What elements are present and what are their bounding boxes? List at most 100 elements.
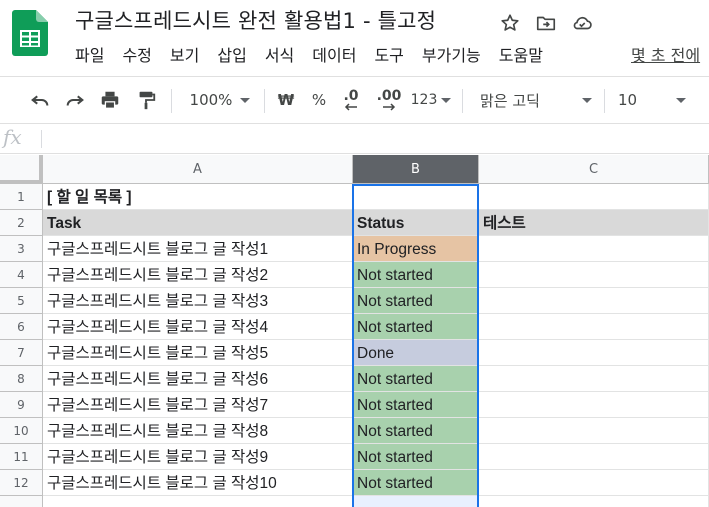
cell-empty[interactable] bbox=[43, 496, 353, 507]
arrow-left-icon bbox=[344, 103, 357, 111]
paint-format-icon[interactable] bbox=[132, 77, 160, 123]
cell-b5[interactable]: Not started bbox=[353, 288, 479, 314]
menu-insert[interactable]: 삽입 bbox=[217, 42, 246, 66]
row-header[interactable]: 12 bbox=[0, 470, 43, 496]
row-header[interactable]: 7 bbox=[0, 340, 43, 366]
menu-file[interactable]: 파일 bbox=[75, 42, 104, 66]
cell-a3[interactable]: 구글스프레드시트 블로그 글 작성1 bbox=[43, 236, 353, 262]
document-title[interactable]: 구글스프레드시트 완전 활용법1 - 틀고정 bbox=[75, 5, 436, 35]
formula-divider bbox=[41, 130, 42, 148]
row-header[interactable]: 3 bbox=[0, 236, 43, 262]
menu-addons[interactable]: 부가기능 bbox=[422, 42, 481, 66]
row-header[interactable] bbox=[0, 496, 43, 507]
select-all-corner[interactable] bbox=[0, 155, 43, 184]
row-header[interactable]: 1 bbox=[0, 184, 43, 210]
move-to-folder-icon[interactable] bbox=[534, 11, 558, 35]
cell-empty[interactable] bbox=[353, 496, 479, 507]
menu-bar: 파일 수정 보기 삽입 서식 데이터 도구 부가기능 도움말 bbox=[75, 42, 561, 66]
cell-b9[interactable]: Not started bbox=[353, 392, 479, 418]
row-header[interactable]: 6 bbox=[0, 314, 43, 340]
more-formats-select[interactable]: 123 bbox=[409, 77, 453, 123]
cell-b1[interactable] bbox=[353, 184, 479, 210]
cell-c8[interactable] bbox=[479, 366, 709, 392]
column-header-b[interactable]: B bbox=[353, 155, 479, 184]
cell-c12[interactable] bbox=[479, 470, 709, 496]
cell-b6[interactable]: Not started bbox=[353, 314, 479, 340]
chevron-down-icon bbox=[582, 97, 592, 103]
cell-a4[interactable]: 구글스프레드시트 블로그 글 작성2 bbox=[43, 262, 353, 288]
sheets-logo-icon[interactable] bbox=[12, 10, 48, 56]
formula-bar: fx bbox=[0, 124, 709, 154]
cloud-status-icon[interactable] bbox=[570, 11, 594, 35]
cell-c1[interactable] bbox=[479, 184, 709, 210]
cell-c6[interactable] bbox=[479, 314, 709, 340]
zoom-select[interactable]: 100% bbox=[185, 77, 255, 123]
cell-b8[interactable]: Not started bbox=[353, 366, 479, 392]
print-icon[interactable] bbox=[96, 77, 124, 123]
toolbar-divider bbox=[171, 89, 172, 113]
cell-c4[interactable] bbox=[479, 262, 709, 288]
cell-b2[interactable]: Status bbox=[353, 210, 479, 236]
cell-a2[interactable]: Task bbox=[43, 210, 353, 236]
cell-c9[interactable] bbox=[479, 392, 709, 418]
increase-decimal-button[interactable]: .00 bbox=[372, 77, 406, 123]
cell-a7[interactable]: 구글스프레드시트 블로그 글 작성5 bbox=[43, 340, 353, 366]
cell-a6[interactable]: 구글스프레드시트 블로그 글 작성4 bbox=[43, 314, 353, 340]
cell-a1[interactable]: [ 할 일 목록 ] bbox=[43, 184, 353, 210]
column-header-c[interactable]: C bbox=[479, 155, 709, 184]
arrow-right-icon bbox=[383, 103, 396, 111]
fx-icon: fx bbox=[3, 125, 22, 149]
menu-view[interactable]: 보기 bbox=[170, 42, 199, 66]
cell-a12[interactable]: 구글스프레드시트 블로그 글 작성10 bbox=[43, 470, 353, 496]
cell-c10[interactable] bbox=[479, 418, 709, 444]
cell-b12[interactable]: Not started bbox=[353, 470, 479, 496]
cell-b4[interactable]: Not started bbox=[353, 262, 479, 288]
cell-c11[interactable] bbox=[479, 444, 709, 470]
row-header[interactable]: 4 bbox=[0, 262, 43, 288]
percent-format-button[interactable]: % bbox=[307, 77, 331, 123]
cell-b11[interactable]: Not started bbox=[353, 444, 479, 470]
star-icon[interactable] bbox=[498, 11, 522, 35]
menu-format[interactable]: 서식 bbox=[265, 42, 294, 66]
cell-a11[interactable]: 구글스프레드시트 블로그 글 작성9 bbox=[43, 444, 353, 470]
formula-input[interactable] bbox=[48, 124, 708, 154]
row-header[interactable]: 8 bbox=[0, 366, 43, 392]
menu-help[interactable]: 도움말 bbox=[499, 42, 543, 66]
cell-a10[interactable]: 구글스프레드시트 블로그 글 작성8 bbox=[43, 418, 353, 444]
cell-b3[interactable]: In Progress bbox=[353, 236, 479, 262]
undo-icon[interactable] bbox=[26, 77, 54, 123]
row-header[interactable]: 11 bbox=[0, 444, 43, 470]
font-size-select[interactable]: 10 bbox=[614, 77, 690, 123]
row-header[interactable]: 10 bbox=[0, 418, 43, 444]
menu-edit[interactable]: 수정 bbox=[122, 42, 151, 66]
cell-c7[interactable] bbox=[479, 340, 709, 366]
chevron-down-icon bbox=[240, 97, 251, 103]
cell-b7[interactable]: Done bbox=[353, 340, 479, 366]
cell-c5[interactable] bbox=[479, 288, 709, 314]
currency-format-button[interactable]: ₩ bbox=[274, 77, 298, 123]
toolbar-divider bbox=[264, 89, 265, 113]
chevron-down-icon bbox=[441, 97, 452, 103]
cell-b10[interactable]: Not started bbox=[353, 418, 479, 444]
redo-icon[interactable] bbox=[61, 77, 89, 123]
cell-c3[interactable] bbox=[479, 236, 709, 262]
zoom-value: 100% bbox=[189, 91, 233, 109]
cell-a8[interactable]: 구글스프레드시트 블로그 글 작성6 bbox=[43, 366, 353, 392]
chevron-down-icon bbox=[676, 97, 686, 103]
cell-a9[interactable]: 구글스프레드시트 블로그 글 작성7 bbox=[43, 392, 353, 418]
font-family-select[interactable]: 맑은 고딕 bbox=[476, 77, 596, 123]
row-header[interactable]: 9 bbox=[0, 392, 43, 418]
menu-data[interactable]: 데이터 bbox=[312, 42, 356, 66]
row-header[interactable]: 5 bbox=[0, 288, 43, 314]
sheet-grid: A B C 1[ 할 일 목록 ] 2 Task Status 테스트 3 구글스프레드시트… bbox=[0, 155, 709, 507]
column-header-a[interactable]: A bbox=[43, 155, 353, 184]
row-header[interactable]: 2 bbox=[0, 210, 43, 236]
menu-tools[interactable]: 도구 bbox=[374, 42, 403, 66]
cell-empty[interactable] bbox=[479, 496, 709, 507]
toolbar: 100% ₩ % .0 .00 123 맑은 고딕 10 bbox=[0, 76, 709, 124]
toolbar-divider bbox=[604, 89, 605, 113]
decrease-decimal-button[interactable]: .0 bbox=[337, 77, 365, 123]
last-edit-link[interactable]: 몇 초 전에 bbox=[631, 42, 700, 66]
cell-a5[interactable]: 구글스프레드시트 블로그 글 작성3 bbox=[43, 288, 353, 314]
cell-c2[interactable]: 테스트 bbox=[479, 210, 709, 236]
